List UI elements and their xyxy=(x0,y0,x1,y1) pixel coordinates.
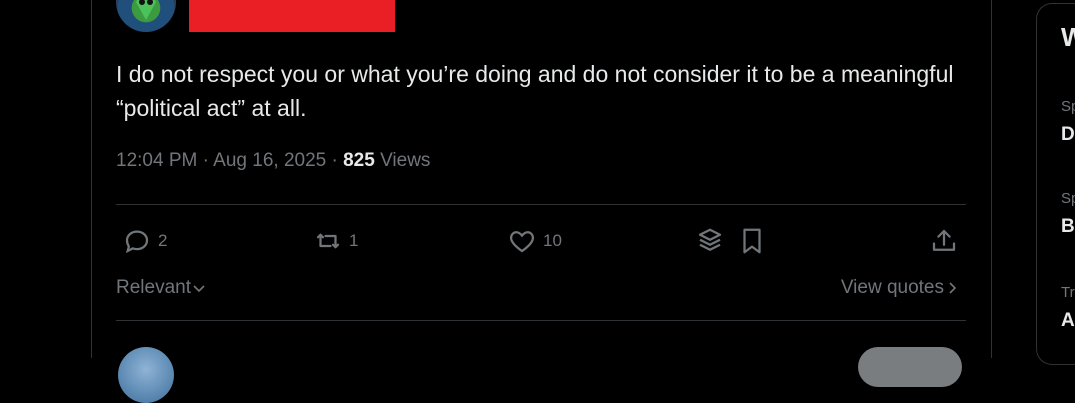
trend-title[interactable]: D xyxy=(1061,124,1075,146)
tweet-time[interactable]: 12:04 PM xyxy=(116,150,197,171)
repost-icon xyxy=(316,233,340,249)
meta-separator: · xyxy=(331,150,338,171)
reply-author-avatar[interactable] xyxy=(118,347,174,403)
share-button[interactable] xyxy=(929,226,959,256)
reply-icon xyxy=(125,230,149,254)
bookmark-icon xyxy=(743,228,761,254)
trend-category: Sp xyxy=(1061,98,1075,115)
view-quotes-label: View quotes xyxy=(840,277,944,298)
tweet-meta: 12:04 PM · Aug 16, 2025 · 825 Views xyxy=(116,150,430,172)
trend-category: Sp xyxy=(1061,190,1075,207)
sidebar-title: W xyxy=(1061,22,1075,52)
relevant-sort-dropdown[interactable]: Relevant xyxy=(116,277,207,299)
views-label: Views xyxy=(380,150,431,171)
chevron-down-icon xyxy=(193,285,205,293)
divider xyxy=(116,204,966,205)
reply-count: 2 xyxy=(158,231,168,250)
repost-count: 1 xyxy=(349,231,359,250)
share-icon xyxy=(932,229,956,251)
meta-separator: · xyxy=(202,150,209,171)
views-count: 825 xyxy=(343,150,375,171)
redacted-author-name xyxy=(189,0,395,32)
main-column xyxy=(91,0,992,358)
like-button[interactable]: 10 xyxy=(507,226,562,256)
divider xyxy=(116,320,966,321)
tweet-date[interactable]: Aug 16, 2025 xyxy=(213,150,326,171)
trend-title[interactable]: A xyxy=(1061,310,1075,332)
follow-button[interactable] xyxy=(858,347,962,387)
heart-icon xyxy=(509,231,535,253)
trend-title[interactable]: B xyxy=(1061,216,1075,238)
grok-button[interactable] xyxy=(695,226,725,256)
tweet-text: I do not respect you or what you’re doin… xyxy=(116,61,954,121)
chevron-right-icon xyxy=(949,282,957,294)
reply-button[interactable]: 2 xyxy=(122,226,167,256)
bookmark-button[interactable] xyxy=(737,226,767,256)
layers-icon xyxy=(698,228,722,251)
like-count: 10 xyxy=(543,231,562,250)
repost-button[interactable]: 1 xyxy=(313,226,358,256)
trend-category: Tr xyxy=(1061,284,1075,301)
view-quotes-link[interactable]: View quotes xyxy=(841,277,960,299)
relevant-label: Relevant xyxy=(116,277,191,298)
